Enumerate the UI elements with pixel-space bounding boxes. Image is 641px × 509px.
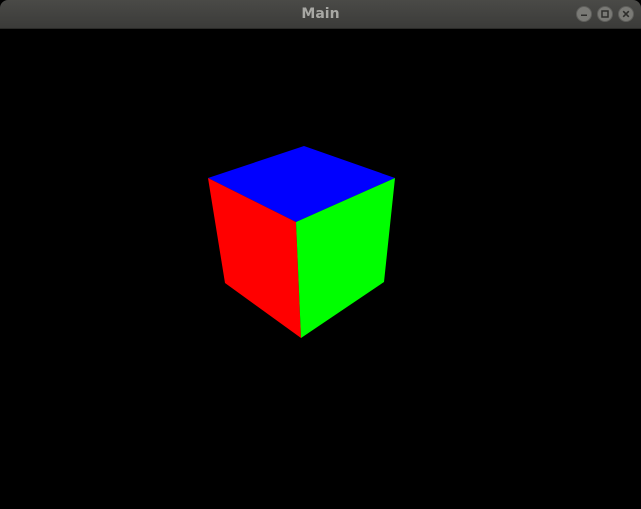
minimize-button[interactable]: [576, 6, 592, 22]
scene-canvas: [0, 29, 641, 509]
window-controls: [576, 6, 634, 22]
maximize-button[interactable]: [597, 6, 613, 22]
title-bar[interactable]: Main: [0, 0, 641, 29]
close-button[interactable]: [618, 6, 634, 22]
close-icon: [622, 10, 630, 18]
window-title: Main: [301, 6, 340, 22]
render-viewport[interactable]: [0, 29, 641, 509]
minimize-icon: [581, 14, 587, 16]
app-window: Main: [0, 0, 641, 509]
maximize-icon: [601, 10, 609, 18]
